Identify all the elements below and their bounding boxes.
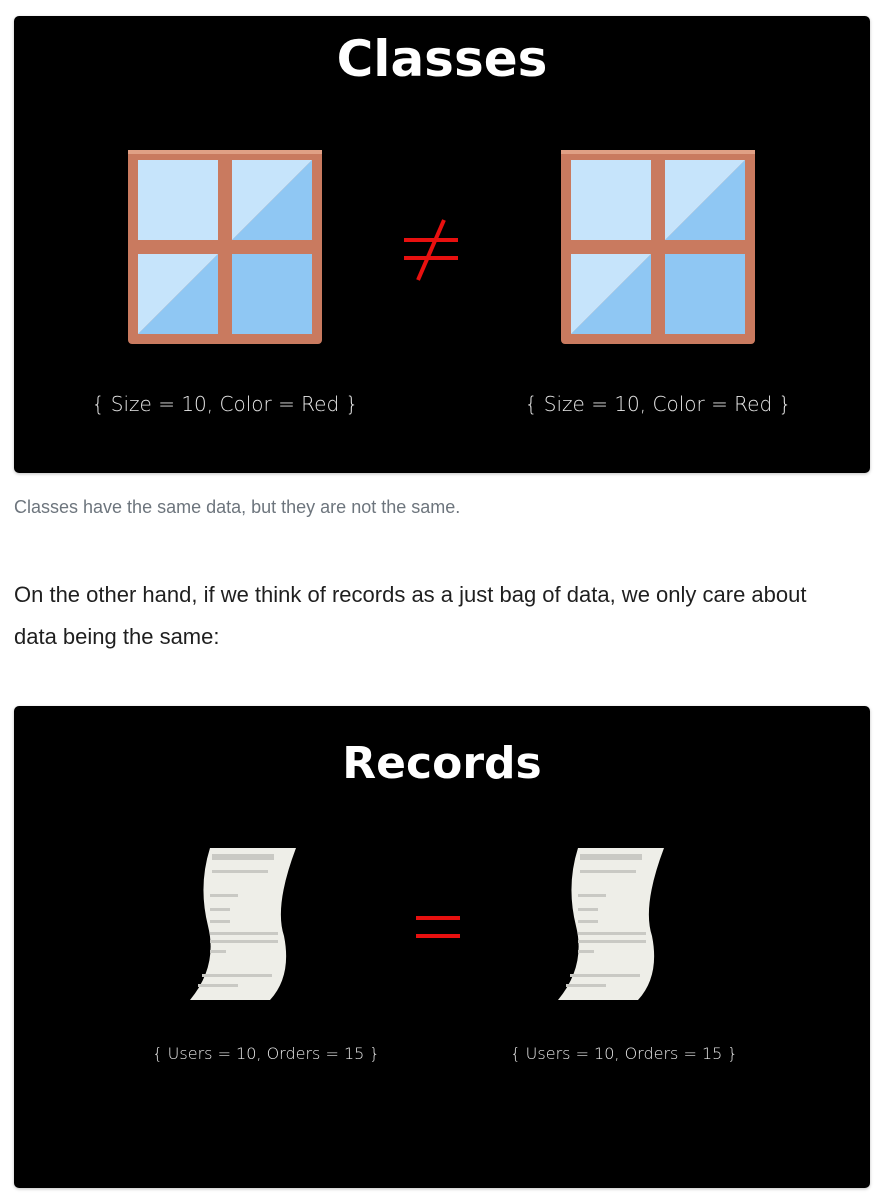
receipt-icon bbox=[558, 848, 664, 1000]
receipt-icon bbox=[190, 848, 296, 1000]
figure-caption: Classes have the same data, but they are… bbox=[14, 497, 461, 517]
classes-figure: Classes { Size = 10, Color = Red } { Siz… bbox=[14, 16, 870, 473]
not-equal-icon bbox=[404, 219, 458, 281]
classes-title: Classes bbox=[336, 30, 548, 88]
equal-icon bbox=[416, 916, 460, 938]
left-record-data-label: { Users = 10, Orders = 15 } bbox=[152, 1044, 380, 1063]
right-record-data-label: { Users = 10, Orders = 15 } bbox=[510, 1044, 738, 1063]
records-figure: Records { Users = 10, Orders = 15 } { Us… bbox=[14, 706, 870, 1188]
records-title: Records bbox=[342, 738, 542, 789]
window-icon bbox=[128, 150, 322, 344]
body-paragraph: On the other hand, if we think of record… bbox=[14, 582, 807, 649]
window-icon bbox=[561, 150, 755, 344]
left-class-data-label: { Size = 10, Color = Red } bbox=[91, 392, 359, 416]
right-class-data-label: { Size = 10, Color = Red } bbox=[524, 392, 792, 416]
